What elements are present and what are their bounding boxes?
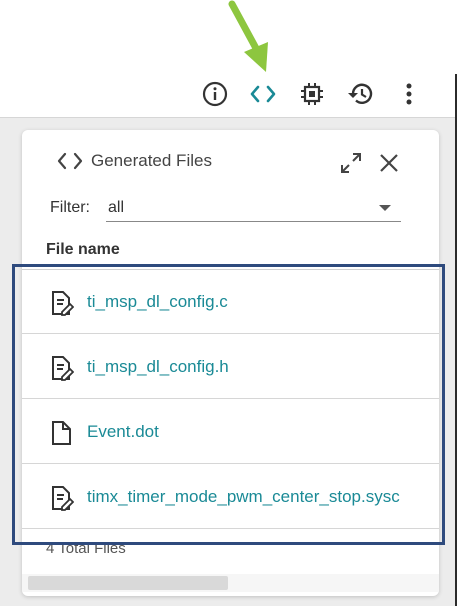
file-name[interactable]: Event.dot [87,422,159,442]
filter-select[interactable]: all [106,196,401,222]
code-icon[interactable] [249,80,277,108]
file-row[interactable]: ti_msp_dl_config.h [22,335,439,399]
file-name[interactable]: ti_msp_dl_config.c [87,292,228,312]
code-file-icon [52,291,74,316]
code-icon [57,152,83,170]
top-toolbar [0,74,458,118]
panel-title: Generated Files [91,151,212,170]
info-icon[interactable] [201,80,229,108]
total-files-count: 4 Total Files [46,540,126,557]
chevron-down-icon [379,205,391,211]
history-icon[interactable] [346,80,374,108]
green-arrow-annotation [228,0,268,72]
file-name[interactable]: timx_timer_mode_pwm_center_stop.sysc [87,487,400,507]
scrollbar-thumb[interactable] [28,576,228,590]
code-file-icon [52,356,74,381]
file-row[interactable]: Event.dot [22,400,439,464]
generated-files-panel: Generated Files Filter: all File name ti… [22,130,439,596]
file-name[interactable]: ti_msp_dl_config.h [87,357,229,377]
code-file-icon [52,486,74,511]
filter-value: all [108,199,125,216]
filter-label: Filter: [50,199,90,216]
chip-icon[interactable] [298,80,326,108]
panel-header: Generated Files [22,130,439,194]
more-vertical-icon[interactable] [395,80,423,108]
window-edge [455,74,457,606]
close-icon[interactable] [376,150,402,176]
file-row[interactable]: timx_timer_mode_pwm_center_stop.sysc [22,465,439,529]
file-icon [52,421,71,445]
file-row[interactable]: ti_msp_dl_config.c [22,270,439,334]
expand-icon[interactable] [338,150,364,176]
column-header-file-name[interactable]: File name [46,241,120,259]
